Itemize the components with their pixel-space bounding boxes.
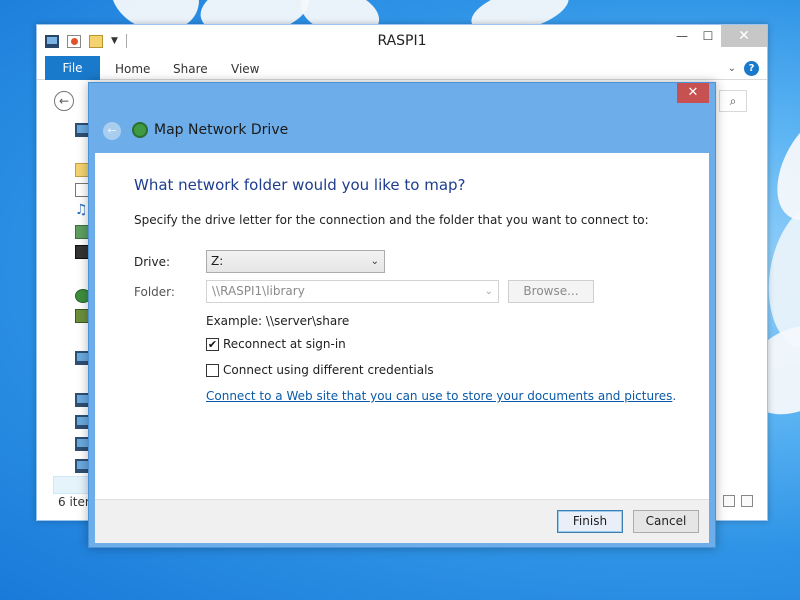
back-button[interactable]: ← (54, 91, 74, 111)
maximize-button[interactable]: ☐ (695, 25, 721, 47)
view-switcher (723, 495, 753, 507)
dialog-footer: Finish Cancel (95, 499, 709, 543)
window-controls: — ☐ ✕ (669, 25, 767, 47)
web-site-link-row: Connect to a Web site that you can use t… (206, 389, 676, 403)
details-view-icon[interactable] (723, 495, 735, 507)
search-icon[interactable]: ⌕ (719, 90, 747, 112)
chevron-down-icon: ⌄ (370, 256, 379, 267)
dialog-title: Map Network Drive (154, 122, 289, 138)
credentials-checkbox[interactable] (206, 363, 219, 377)
folder-value: \\RASPI1\library (212, 284, 305, 298)
example-text: Example: \\server\share (206, 314, 350, 328)
dialog-close-button[interactable]: ✕ (677, 83, 709, 103)
large-icons-view-icon[interactable] (741, 495, 753, 507)
finish-button[interactable]: Finish (557, 510, 623, 533)
tab-view[interactable]: View (231, 56, 259, 80)
credentials-option[interactable]: Connect using different credentials (206, 363, 434, 377)
reconnect-label[interactable]: Reconnect at sign-in (223, 337, 346, 351)
help-icon[interactable]: ? (744, 61, 759, 76)
dialog-body: What network folder would you like to ma… (95, 153, 709, 499)
expand-ribbon-chevron-icon[interactable]: ⌄ (728, 63, 736, 74)
close-button[interactable]: ✕ (721, 25, 767, 47)
tab-share[interactable]: Share (173, 56, 208, 80)
dialog-header: ← Map Network Drive (95, 105, 709, 153)
reconnect-option[interactable]: ✔ Reconnect at sign-in (206, 337, 346, 351)
cancel-button[interactable]: Cancel (633, 510, 699, 533)
drive-select[interactable]: Z: ⌄ (206, 250, 385, 273)
back-arrow-icon[interactable]: ← (103, 122, 121, 140)
tab-file[interactable]: File (45, 56, 100, 80)
drive-label: Drive: (134, 255, 171, 269)
reconnect-checkbox[interactable]: ✔ (206, 337, 219, 351)
folder-label: Folder: (134, 285, 175, 299)
instructions-text: Specify the drive letter for the connect… (134, 213, 649, 227)
explorer-titlebar[interactable]: ▼ RASPI1 — ☐ ✕ (37, 25, 767, 56)
ribbon: File Home Share View ⌄ ? (37, 56, 767, 80)
tab-home[interactable]: Home (115, 56, 150, 80)
link-period: . (672, 389, 677, 403)
drive-select-value: Z: (211, 254, 224, 268)
credentials-label[interactable]: Connect using different credentials (223, 363, 434, 377)
browse-button[interactable]: Browse... (508, 280, 594, 303)
dialog-heading: What network folder would you like to ma… (134, 176, 466, 194)
map-drive-icon (132, 122, 148, 138)
ribbon-right-controls: ⌄ ? (728, 61, 759, 76)
folder-combobox[interactable]: \\RASPI1\library ⌄ (206, 280, 499, 303)
map-network-drive-dialog: ✕ ← Map Network Drive What network folde… (88, 82, 716, 548)
chevron-down-icon[interactable]: ⌄ (485, 281, 493, 302)
minimize-button[interactable]: — (669, 25, 695, 47)
web-site-link[interactable]: Connect to a Web site that you can use t… (206, 389, 672, 403)
window-title: RASPI1 (377, 33, 427, 49)
